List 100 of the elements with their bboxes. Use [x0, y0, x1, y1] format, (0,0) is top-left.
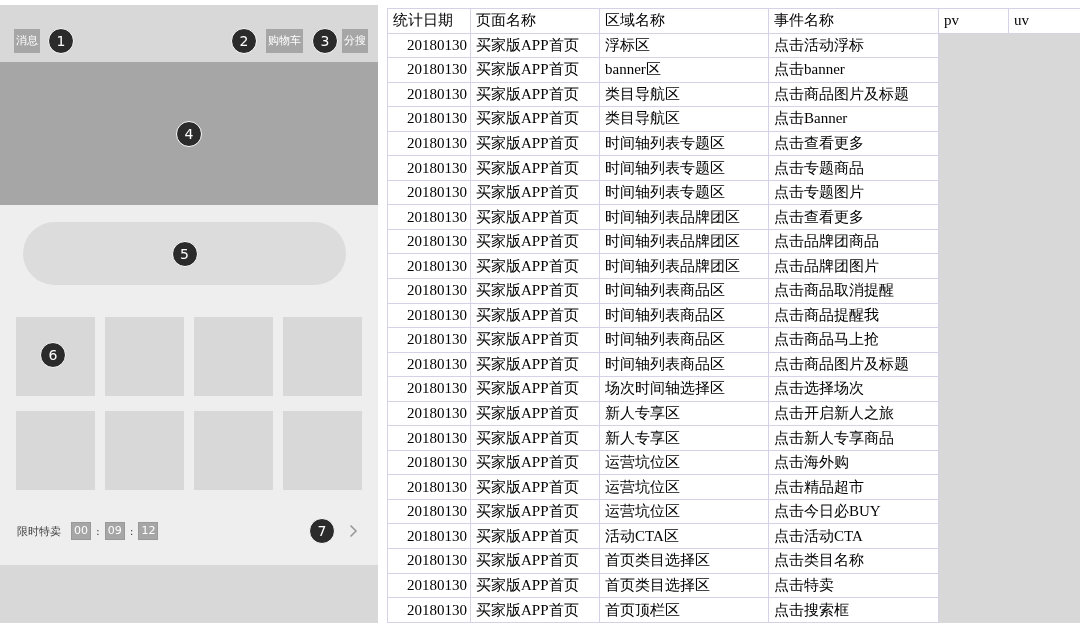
table-cell: 点击精品超市 — [768, 474, 939, 500]
table-cell: 点击品牌团图片 — [768, 253, 939, 279]
table-cell: 20180130 — [387, 548, 471, 574]
table-cell: 买家版APP首页 — [470, 278, 600, 304]
table-cell: 场次时间轴选择区 — [599, 376, 769, 402]
table-cell: 点击banner — [768, 57, 939, 83]
table-cell: 买家版APP首页 — [470, 352, 600, 377]
flash-sale-label: 限时特卖 — [17, 523, 61, 539]
table-cell: 浮标区 — [599, 33, 769, 58]
table-cell: 点击商品图片及标题 — [768, 82, 939, 107]
column-header: uv — [1008, 8, 1080, 34]
table-cell: 买家版APP首页 — [470, 106, 600, 132]
column-header: 页面名称 — [470, 8, 600, 34]
table-cell: 买家版APP首页 — [470, 474, 600, 500]
table-cell: 点击开启新人之旅 — [768, 401, 939, 426]
top-bar-button[interactable]: 消息 — [14, 29, 40, 53]
table-cell: 买家版APP首页 — [470, 597, 600, 623]
table-cell: 20180130 — [387, 82, 471, 107]
table-cell: banner区 — [599, 57, 769, 83]
countdown-digits: 09 — [104, 522, 125, 540]
table-cell: 点击活动浮标 — [768, 33, 939, 58]
table-cell: 买家版APP首页 — [470, 155, 600, 181]
table-cell: 活动CTA区 — [599, 524, 769, 549]
table-cell: 20180130 — [387, 278, 471, 304]
table-cell: 时间轴列表品牌团区 — [599, 229, 769, 254]
table-cell: 点击查看更多 — [768, 204, 939, 230]
table-cell: 20180130 — [387, 573, 471, 598]
table-cell: 运营坑位区 — [599, 499, 769, 524]
table-cell: 20180130 — [387, 352, 471, 377]
table-cell: 20180130 — [387, 204, 471, 230]
column-header: 事件名称 — [768, 8, 939, 34]
table-cell: 点击搜索框 — [768, 597, 939, 623]
table-cell: 20180130 — [387, 450, 471, 475]
table-cell: 点击商品马上抢 — [768, 327, 939, 353]
table-cell: 时间轴列表商品区 — [599, 303, 769, 328]
table-cell: 买家版APP首页 — [470, 425, 600, 451]
table-cell: 20180130 — [387, 131, 471, 156]
table-cell: 买家版APP首页 — [470, 131, 600, 156]
countdown-digits: 12 — [138, 522, 159, 540]
table-cell: 类目导航区 — [599, 106, 769, 132]
chevron-right-icon[interactable] — [349, 524, 358, 538]
table-cell: 时间轴列表专题区 — [599, 155, 769, 181]
top-bar-button[interactable]: 购物车 — [266, 29, 303, 53]
table-cell: 20180130 — [387, 401, 471, 426]
table-cell: 点击商品提醒我 — [768, 303, 939, 328]
table-cell: 买家版APP首页 — [470, 57, 600, 83]
table-cell: 首页类目选择区 — [599, 548, 769, 574]
table-cell: 买家版APP首页 — [470, 327, 600, 353]
table-cell: 买家版APP首页 — [470, 253, 600, 279]
table-cell: 20180130 — [387, 499, 471, 524]
table-cell: 时间轴列表商品区 — [599, 278, 769, 304]
table-cell: 点击专题图片 — [768, 180, 939, 205]
table-cell: 20180130 — [387, 425, 471, 451]
table-cell: 买家版APP首页 — [470, 401, 600, 426]
table-cell: 时间轴列表商品区 — [599, 352, 769, 377]
table-cell: 点击商品取消提醒 — [768, 278, 939, 304]
table-cell: 首页类目选择区 — [599, 573, 769, 598]
countdown-separator: : — [129, 524, 134, 538]
table-cell: 点击类目名称 — [768, 548, 939, 574]
countdown-digits: 00 — [71, 522, 91, 540]
table-cell: 买家版APP首页 — [470, 524, 600, 549]
table-cell: 买家版APP首页 — [470, 82, 600, 107]
table-cell: 点击选择场次 — [768, 376, 939, 402]
table-cell: 点击活动CTA — [768, 524, 939, 549]
top-bar-button[interactable]: 分搜 — [342, 29, 368, 53]
table-cell: 首页顶栏区 — [599, 597, 769, 623]
table-cell: 买家版APP首页 — [470, 376, 600, 402]
table-cell: 20180130 — [387, 253, 471, 279]
table-cell: 点击新人专享商品 — [768, 425, 939, 451]
table-cell: 20180130 — [387, 524, 471, 549]
table-cell: 买家版APP首页 — [470, 499, 600, 524]
table-cell: 20180130 — [387, 57, 471, 83]
table-cell: 类目导航区 — [599, 82, 769, 107]
table-cell: 时间轴列表专题区 — [599, 131, 769, 156]
number-marker: 1 — [48, 28, 74, 54]
table-cell: 买家版APP首页 — [470, 573, 600, 598]
table-cell: 买家版APP首页 — [470, 303, 600, 328]
table-cell: 时间轴列表品牌团区 — [599, 253, 769, 279]
table-cell: 新人专享区 — [599, 425, 769, 451]
table-cell: 买家版APP首页 — [470, 548, 600, 574]
table-cell: 点击专题商品 — [768, 155, 939, 181]
column-header: 区域名称 — [599, 8, 769, 34]
table-cell: 20180130 — [387, 597, 471, 623]
number-marker: 2 — [231, 28, 257, 54]
number-marker: 3 — [312, 28, 338, 54]
table-cell: 运营坑位区 — [599, 450, 769, 475]
table-cell: 20180130 — [387, 474, 471, 500]
table-cell: 点击品牌团商品 — [768, 229, 939, 254]
table-cell: 点击Banner — [768, 106, 939, 132]
table-cell: 20180130 — [387, 180, 471, 205]
table-cell: 买家版APP首页 — [470, 180, 600, 205]
table-cell: 点击查看更多 — [768, 131, 939, 156]
table-cell: 20180130 — [387, 106, 471, 132]
table-cell: 买家版APP首页 — [470, 204, 600, 230]
table-cell: 时间轴列表品牌团区 — [599, 204, 769, 230]
table-cell: 运营坑位区 — [599, 474, 769, 500]
column-header: 统计日期 — [387, 8, 471, 34]
table-cell: 新人专享区 — [599, 401, 769, 426]
number-marker: 4 — [176, 120, 202, 147]
table-cell: 买家版APP首页 — [470, 450, 600, 475]
